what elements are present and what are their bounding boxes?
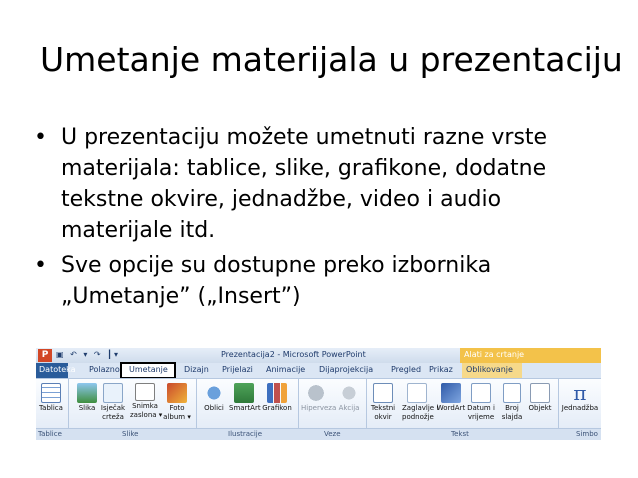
group-label-veze: Veze — [324, 430, 341, 438]
objekt-button[interactable]: Objekt — [525, 383, 555, 412]
tab-dijaprojekcija[interactable]: Dijaprojekcija — [319, 365, 373, 374]
chart-icon — [267, 383, 287, 403]
datum-label: Datum i — [467, 404, 495, 412]
tab-umetanje[interactable]: Umetanje — [129, 365, 168, 374]
object-icon — [530, 383, 550, 403]
akcija-label: Akcija — [338, 404, 360, 412]
powerpoint-ribbon-screenshot: P ▣ ↶ ▾ ↷ ┃▾ Prezentacija2 - Microsoft P… — [36, 348, 601, 440]
photo-album-icon — [167, 383, 187, 403]
tab-prikaz[interactable]: Prikaz — [429, 365, 453, 374]
window-title: Prezentacija2 - Microsoft PowerPoint — [221, 350, 366, 359]
bullet-text: U prezentaciju možete umetnuti razne vrs… — [61, 125, 548, 243]
datum-label-2: vrijeme — [467, 413, 495, 421]
tablica-label: Tablica — [39, 404, 63, 412]
snimka-label-2: zaslona ▾ — [130, 411, 163, 419]
clip-art-icon — [103, 383, 123, 403]
group-label-tekst: Tekst — [451, 430, 469, 438]
bullet-list: • U prezentaciju možete umetnuti razne v… — [34, 122, 594, 316]
foto-album-button[interactable]: Foto album ▾ — [162, 383, 192, 421]
tab-animacije[interactable]: Animacije — [266, 365, 305, 374]
isjecak-label-2: crteža — [102, 413, 124, 421]
snimka-zaslona-button[interactable]: Snimka zaslona ▾ — [130, 383, 163, 419]
text-box-icon — [373, 383, 393, 403]
bullet-marker: • — [34, 125, 47, 150]
objekt-label: Objekt — [528, 404, 552, 412]
slide-title: Umetanje materijala u prezentaciju — [40, 40, 623, 79]
zaglavlje-label: Zaglavlje i — [402, 404, 439, 412]
wordart-label: WordArt — [436, 404, 466, 412]
tab-pregled[interactable]: Pregled — [391, 365, 421, 374]
isjecak-crteza-button[interactable]: Isječak crteža — [98, 383, 128, 421]
smartart-label: SmartArt — [229, 404, 261, 412]
ribbon-group-labels: Tablice Slike Ilustracije Veze Tekst Sim… — [36, 428, 601, 440]
tekstni-okvir-button[interactable]: Tekstni okvir — [368, 383, 398, 421]
header-footer-icon — [407, 383, 427, 403]
jednadzba-button[interactable]: π Jednadžba — [560, 383, 600, 412]
isjecak-label: Isječak — [100, 404, 126, 412]
foto-label: Foto — [169, 404, 185, 412]
zaglavlje-label-2: podnožje — [402, 413, 434, 421]
broj-slajda-button[interactable]: Broj slajda — [497, 383, 527, 421]
calendar-icon — [471, 383, 491, 403]
picture-icon — [77, 383, 97, 403]
window-title-bar: P ▣ ↶ ▾ ↷ ┃▾ Prezentacija2 - Microsoft P… — [36, 348, 601, 363]
tekstni-label: Tekstni — [370, 404, 396, 412]
context-tab-group: Alati za crtanje — [460, 348, 601, 363]
tekstni-label-2: okvir — [374, 413, 392, 421]
smartart-button[interactable]: SmartArt — [229, 383, 261, 412]
group-label-slike: Slike — [122, 430, 139, 438]
hyperlink-icon — [306, 383, 326, 403]
datum-vrijeme-button[interactable]: Datum i vrijeme — [466, 383, 496, 421]
bullet-text: Sve opcije su dostupne preko izbornika „… — [61, 253, 492, 309]
tab-dizajn[interactable]: Dizajn — [184, 365, 209, 374]
group-label-tablice: Tablice — [38, 430, 62, 438]
broj-label: Broj — [505, 404, 519, 412]
tab-datoteka[interactable]: Datoteka — [36, 363, 76, 378]
wordart-button[interactable]: WordArt — [436, 383, 466, 412]
tab-polazno[interactable]: Polazno — [89, 365, 120, 374]
broj-label-2: slajda — [501, 413, 523, 421]
group-label-ilustracije: Ilustracije — [228, 430, 263, 438]
hiperveza-button[interactable]: Hiperveza — [301, 383, 337, 412]
slide-number-icon — [503, 383, 521, 403]
quick-access-toolbar[interactable]: ▣ ↶ ▾ ↷ ┃▾ — [56, 350, 120, 359]
bullet-marker: • — [34, 253, 47, 278]
tab-prijelazi[interactable]: Prijelazi — [222, 365, 253, 374]
powerpoint-logo-icon: P — [38, 349, 52, 362]
oblici-button[interactable]: Oblici — [199, 383, 229, 412]
table-icon — [41, 383, 61, 403]
oblici-label: Oblici — [204, 404, 224, 412]
context-tab-group-label: Alati za crtanje — [464, 350, 525, 359]
snimka-label: Snimka — [132, 402, 158, 410]
shapes-icon — [204, 383, 224, 403]
akcija-button[interactable]: Akcija — [334, 383, 364, 412]
jednadzba-label: Jednadžba — [561, 404, 599, 412]
group-label-simboli: Simbo — [576, 430, 598, 438]
tab-datoteka-label: Datoteka — [39, 365, 76, 374]
tab-umetanje-highlight[interactable]: Umetanje — [120, 362, 176, 379]
wordart-icon — [441, 383, 461, 403]
grafikon-button[interactable]: Grafikon — [262, 383, 292, 412]
tab-oblikovanje-label: Oblikovanje — [466, 365, 513, 374]
screenshot-icon — [135, 383, 155, 401]
action-icon — [339, 383, 359, 403]
smartart-icon — [234, 383, 254, 403]
bullet-item-materials: • U prezentaciju možete umetnuti razne v… — [34, 122, 594, 246]
hiperveza-label: Hiperveza — [301, 404, 337, 412]
tab-oblikovanje[interactable]: Oblikovanje — [462, 363, 522, 378]
ribbon-panel: Tablica Slika Isječak crteža Snimka zasl… — [36, 378, 601, 429]
pi-icon: π — [573, 381, 587, 405]
tablica-button[interactable]: Tablica — [36, 383, 66, 412]
foto-label-2: album ▾ — [163, 413, 191, 421]
grafikon-label: Grafikon — [262, 404, 292, 412]
zaglavlje-podnozje-button[interactable]: Zaglavlje i podnožje — [402, 383, 439, 421]
bullet-item-insert-menu: • Sve opcije su dostupne preko izbornika… — [34, 250, 594, 312]
